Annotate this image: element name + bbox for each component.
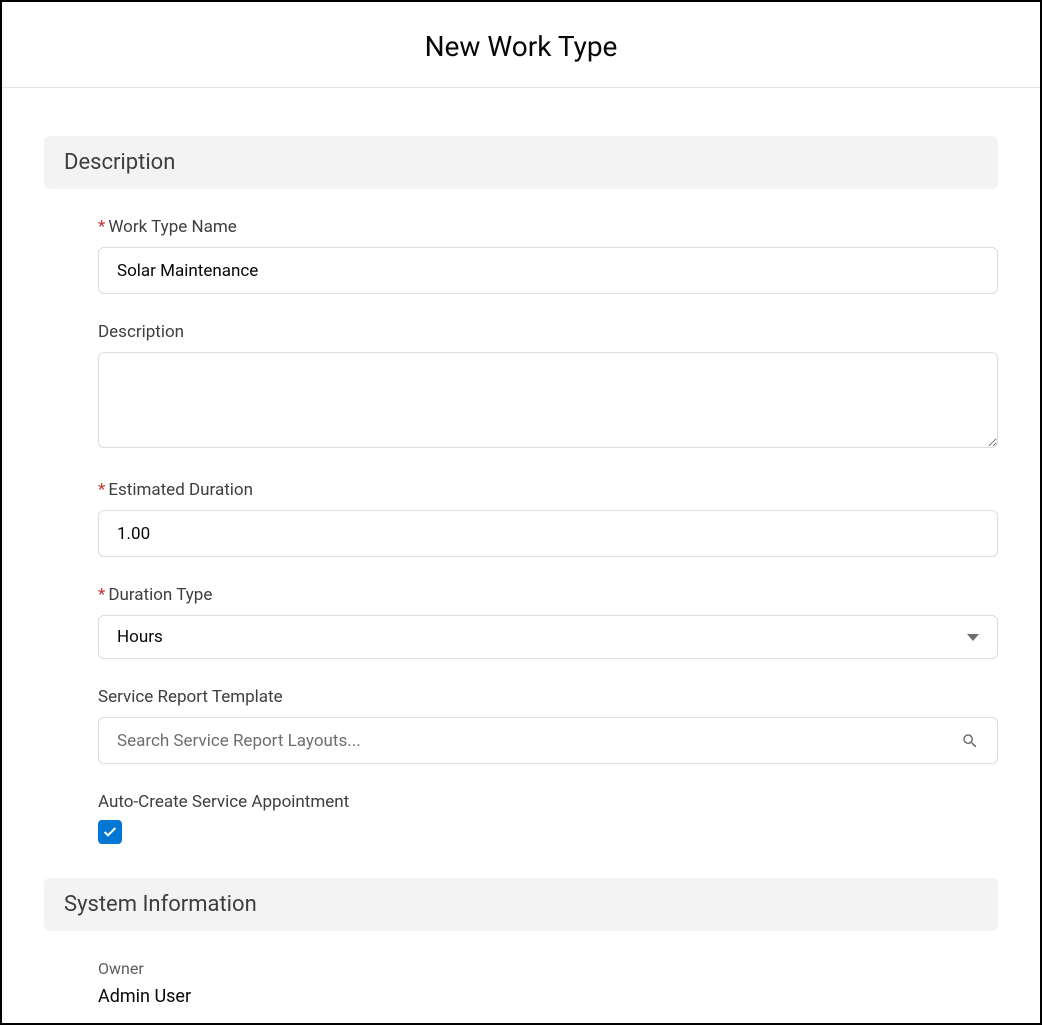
required-indicator: * bbox=[98, 217, 105, 237]
field-owner: Owner Admin User bbox=[98, 959, 998, 1007]
section-header-description: Description bbox=[44, 136, 998, 189]
modal-window: New Work Type Description *Work Type Nam… bbox=[0, 0, 1042, 1025]
label-auto-create: Auto-Create Service Appointment bbox=[98, 792, 998, 812]
chevron-down-icon bbox=[967, 634, 979, 641]
modal-header: New Work Type bbox=[2, 2, 1040, 88]
value-owner: Admin User bbox=[98, 986, 191, 1007]
label-work-type-name: *Work Type Name bbox=[98, 217, 998, 237]
lookup-service-report-template[interactable] bbox=[98, 717, 998, 764]
field-duration-type: *Duration Type Hours bbox=[98, 585, 998, 659]
field-description: Description bbox=[98, 322, 998, 452]
modal-title: New Work Type bbox=[2, 30, 1040, 63]
field-service-report-template: Service Report Template bbox=[98, 687, 998, 764]
label-duration-type: *Duration Type bbox=[98, 585, 998, 605]
section-title-system-info: System Information bbox=[64, 892, 978, 917]
required-indicator: * bbox=[98, 585, 105, 605]
input-work-type-name[interactable] bbox=[98, 247, 998, 294]
input-estimated-duration[interactable] bbox=[98, 510, 998, 557]
search-icon bbox=[961, 732, 979, 750]
field-auto-create: Auto-Create Service Appointment bbox=[98, 792, 998, 844]
select-duration-type-value: Hours bbox=[117, 627, 163, 647]
required-indicator: * bbox=[98, 480, 105, 500]
field-estimated-duration: *Estimated Duration bbox=[98, 480, 998, 557]
modal-content: Description *Work Type Name Description … bbox=[2, 88, 1040, 1007]
section-header-system-info: System Information bbox=[44, 878, 998, 931]
checkbox-auto-create[interactable] bbox=[98, 820, 122, 844]
label-description: Description bbox=[98, 322, 998, 342]
label-service-report-template: Service Report Template bbox=[98, 687, 998, 707]
label-estimated-duration: *Estimated Duration bbox=[98, 480, 998, 500]
input-service-report-template[interactable] bbox=[117, 731, 961, 751]
textarea-description[interactable] bbox=[98, 352, 998, 448]
label-owner: Owner bbox=[98, 959, 998, 978]
check-icon bbox=[102, 824, 118, 840]
section-title-description: Description bbox=[64, 150, 978, 175]
select-duration-type[interactable]: Hours bbox=[98, 615, 998, 659]
field-work-type-name: *Work Type Name bbox=[98, 217, 998, 294]
